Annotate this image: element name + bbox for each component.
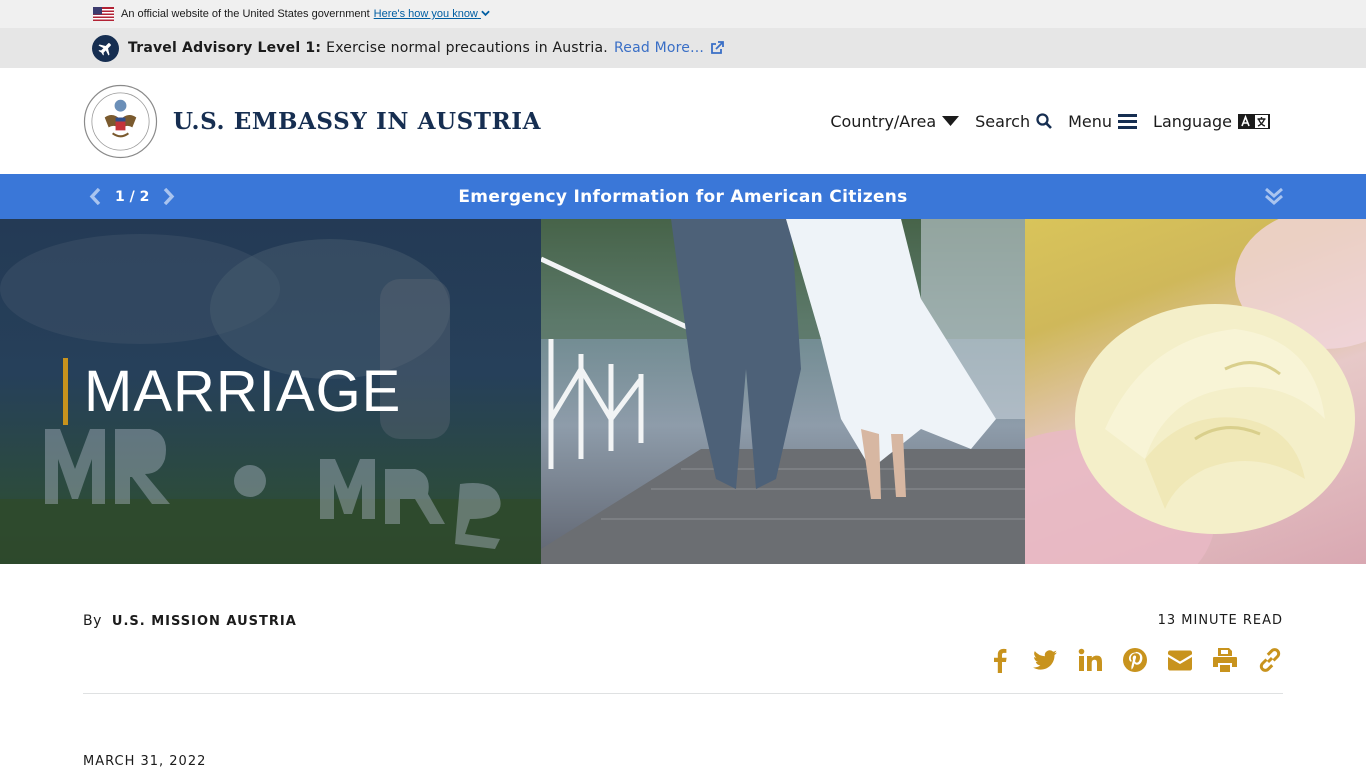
hero-image-rose <box>1025 219 1366 564</box>
advisory-read-more-link[interactable]: Read More... <box>614 40 724 56</box>
country-area-label: Country/Area <box>830 111 937 131</box>
hero-title-wrapper: MARRIAGE <box>63 358 401 425</box>
share-icons <box>0 629 1366 673</box>
chevron-down-icon <box>481 10 490 17</box>
plane-icon <box>92 34 119 62</box>
gov-banner-text: An official website of the United States… <box>121 8 370 20</box>
hero-mid-artwork <box>541 219 1025 564</box>
language-icon <box>1238 113 1270 129</box>
link-icon[interactable] <box>1257 647 1283 673</box>
gov-banner: An official website of the United States… <box>0 0 1366 28</box>
advisory-title: Travel Advisory Level 1: <box>128 40 322 56</box>
us-flag-icon <box>93 7 114 21</box>
site-header: U.S. EMBASSY IN AUSTRIA Country/Area Sea… <box>0 68 1366 174</box>
language-button[interactable]: Language <box>1153 112 1270 131</box>
heres-how-you-know-label: Here's how you know <box>373 8 478 20</box>
site-title: U.S. EMBASSY IN AUSTRIA <box>173 107 542 135</box>
search-button[interactable]: Search <box>975 111 1053 131</box>
country-area-dropdown[interactable]: Country/Area <box>830 111 960 131</box>
chevron-right-icon[interactable] <box>163 188 175 205</box>
double-chevron-down-icon[interactable] <box>1264 186 1284 206</box>
advisory-text: Exercise normal precautions in Austria. <box>326 40 608 56</box>
advisory-read-more-label: Read More... <box>613 40 705 56</box>
linkedin-icon[interactable] <box>1077 647 1103 673</box>
twitter-icon[interactable] <box>1032 647 1058 673</box>
author-link[interactable]: U.S. MISSION AUSTRIA <box>112 614 297 629</box>
search-label: Search <box>975 111 1031 131</box>
hero-image-couple <box>541 219 1025 564</box>
language-label: Language <box>1153 111 1232 131</box>
chevron-left-icon[interactable] <box>89 188 101 205</box>
embassy-seal-logo <box>83 84 158 158</box>
page-title: MARRIAGE <box>84 359 402 424</box>
read-time: 13 MINUTE READ <box>1157 613 1283 628</box>
menu-button[interactable]: Menu <box>1068 111 1138 131</box>
caret-down-icon <box>942 116 960 126</box>
alert-title[interactable]: Emergency Information for American Citiz… <box>0 187 1366 207</box>
site-brand[interactable]: U.S. EMBASSY IN AUSTRIA <box>83 84 541 159</box>
travel-advisory-bar: Travel Advisory Level 1: Exercise normal… <box>0 28 1366 68</box>
facebook-icon[interactable] <box>987 647 1013 673</box>
hero-right-artwork <box>1025 219 1366 564</box>
heres-how-you-know-link[interactable]: Here's how you know <box>374 8 490 20</box>
main-nav: Country/Area Search Menu Language <box>830 112 1270 131</box>
email-icon[interactable] <box>1167 647 1193 673</box>
alert-pager-count: 1 / 2 <box>115 188 150 205</box>
emergency-alert-bar: 1 / 2 Emergency Information for American… <box>0 174 1366 219</box>
publish-date: MARCH 31, 2022 <box>83 754 207 768</box>
menu-label: Menu <box>1068 111 1113 131</box>
alert-pager: 1 / 2 <box>89 188 175 205</box>
external-link-icon <box>711 41 724 54</box>
hero-banner: MARRIAGE <box>0 219 1366 564</box>
hamburger-icon <box>1118 113 1138 129</box>
search-icon <box>1036 113 1053 129</box>
byline-label: By <box>83 613 102 629</box>
byline: By U.S. MISSION AUSTRIA <box>83 613 297 629</box>
pinterest-icon[interactable] <box>1122 647 1148 673</box>
print-icon[interactable] <box>1212 647 1238 673</box>
article-meta: By U.S. MISSION AUSTRIA 13 MINUTE READ <box>0 564 1366 629</box>
